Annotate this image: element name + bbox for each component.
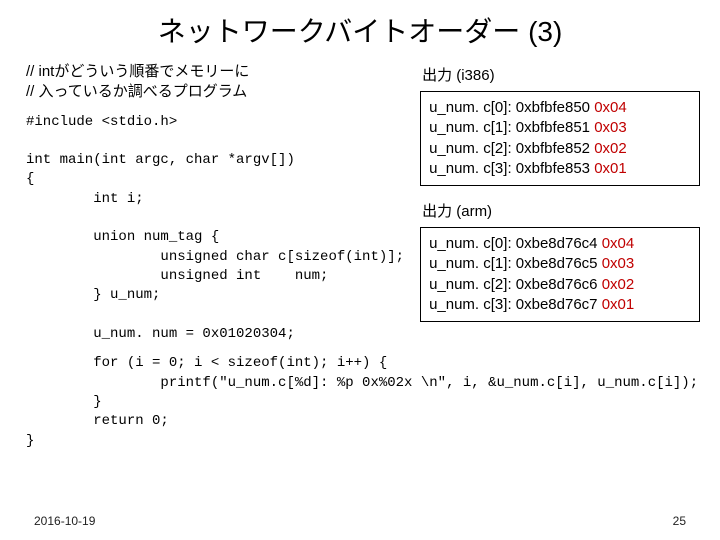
output-row: u_num. c[0]: 0xbfbfe850 0x04: [429, 98, 691, 118]
output-row: u_num. c[2]: 0xbfbfe852 0x02: [429, 139, 691, 159]
code-comment: // intがどういう順番でメモリーに // 入っているか調べるプログラム: [26, 62, 404, 103]
output-label: u_num. c[1]: 0xbfbfe851: [429, 119, 594, 136]
output-value: 0x04: [594, 99, 627, 116]
code-block-wide: for (i = 0; i < sizeof(int); i++) { prin…: [0, 354, 720, 451]
output-value: 0x02: [594, 140, 627, 157]
output-value: 0x01: [602, 296, 635, 313]
output-row: u_num. c[1]: 0xbfbfe851 0x03: [429, 118, 691, 138]
output-box-i386: u_num. c[0]: 0xbfbfe850 0x04 u_num. c[1]…: [420, 91, 700, 186]
comment-line: // 入っているか調べるプログラム: [26, 82, 404, 102]
output-value: 0x02: [602, 276, 635, 293]
footer: 2016-10-19 25: [0, 514, 720, 528]
output-label: u_num. c[3]: 0xbe8d76c7: [429, 296, 602, 313]
output-row: u_num. c[0]: 0xbe8d76c4 0x04: [429, 234, 691, 254]
output-value: 0x03: [602, 255, 635, 272]
output-row: u_num. c[2]: 0xbe8d76c6 0x02: [429, 275, 691, 295]
slide-title: ネットワークバイトオーダー (3): [0, 0, 720, 62]
output-label: u_num. c[2]: 0xbe8d76c6: [429, 276, 602, 293]
footer-date: 2016-10-19: [34, 514, 95, 528]
output-row: u_num. c[3]: 0xbe8d76c7 0x01: [429, 295, 691, 315]
output-label: u_num. c[0]: 0xbe8d76c4: [429, 235, 602, 252]
output-row: u_num. c[1]: 0xbe8d76c5 0x03: [429, 254, 691, 274]
content-area: // intがどういう順番でメモリーに // 入っているか調べるプログラム #i…: [0, 62, 720, 344]
code-block-top: #include <stdio.h> int main(int argc, ch…: [26, 113, 404, 345]
output-label: u_num. c[3]: 0xbfbfe853: [429, 160, 594, 177]
right-column: 出力 (i386) u_num. c[0]: 0xbfbfe850 0x04 u…: [414, 62, 700, 344]
output-value: 0x04: [602, 235, 635, 252]
output-box-arm: u_num. c[0]: 0xbe8d76c4 0x04 u_num. c[1]…: [420, 227, 700, 322]
left-column: // intがどういう順番でメモリーに // 入っているか調べるプログラム #i…: [26, 62, 414, 344]
output-label: u_num. c[2]: 0xbfbfe852: [429, 140, 594, 157]
output-label: u_num. c[1]: 0xbe8d76c5: [429, 255, 602, 272]
footer-page-number: 25: [673, 514, 686, 528]
output-value: 0x03: [594, 119, 627, 136]
comment-line: // intがどういう順番でメモリーに: [26, 62, 404, 82]
output-label: u_num. c[0]: 0xbfbfe850: [429, 99, 594, 116]
output-value: 0x01: [594, 160, 627, 177]
output-row: u_num. c[3]: 0xbfbfe853 0x01: [429, 159, 691, 179]
output-heading-i386: 出力 (i386): [422, 64, 700, 85]
output-heading-arm: 出力 (arm): [422, 200, 700, 221]
